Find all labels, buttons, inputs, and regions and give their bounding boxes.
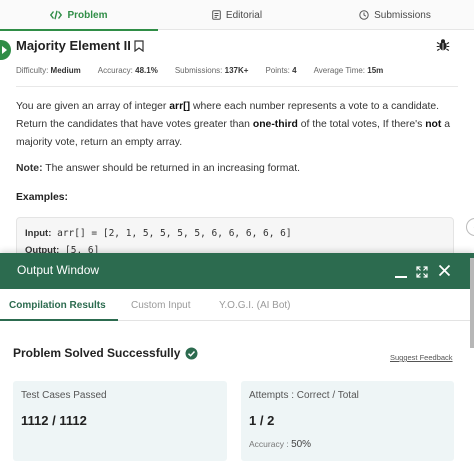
output-window-header: Output Window bbox=[0, 253, 474, 289]
tab-submissions[interactable]: Submissions bbox=[316, 0, 474, 30]
output-window-title: Output Window bbox=[17, 263, 100, 277]
panel-toggle-button[interactable] bbox=[0, 40, 11, 60]
problem-description: You are given an array of integer arr[] … bbox=[16, 101, 451, 148]
accuracy-value: 50% bbox=[291, 439, 312, 450]
clock-icon bbox=[359, 10, 369, 20]
bookmark-icon[interactable] bbox=[134, 39, 144, 52]
accuracy-label: Accuracy : bbox=[249, 439, 289, 449]
result-status: Problem Solved Successfully bbox=[13, 346, 198, 360]
tab-submissions-label: Submissions bbox=[374, 9, 431, 21]
test-cases-label: Test Cases Passed bbox=[21, 390, 107, 401]
active-output-tab-indicator bbox=[0, 319, 118, 321]
points: Points: 4 bbox=[265, 66, 297, 75]
tab-problem-label: Problem bbox=[67, 9, 108, 21]
active-tab-indicator bbox=[0, 29, 158, 31]
scroll-right-icon[interactable]: ‹ bbox=[466, 218, 474, 236]
difficulty: Difficulty: Medium bbox=[16, 66, 81, 75]
problem-title-text: Majority Element II bbox=[16, 38, 131, 53]
result-status-text: Problem Solved Successfully bbox=[13, 346, 181, 360]
submissions-count: Submissions: 137K+ bbox=[174, 66, 249, 75]
examples-heading: Examples: bbox=[16, 192, 68, 203]
accuracy: Accuracy: 48.1% bbox=[97, 66, 158, 75]
attempts-card: Attempts : Correct / Total 1 / 2 Accurac… bbox=[241, 381, 454, 461]
minimize-icon[interactable] bbox=[395, 276, 407, 278]
output-window: Output Window Compilation Results Custom… bbox=[0, 253, 474, 470]
divider bbox=[16, 86, 458, 87]
test-cases-value: 1112 / 1112 bbox=[21, 413, 87, 428]
scrollbar[interactable] bbox=[470, 258, 474, 348]
tab-custom-input[interactable]: Custom Input bbox=[131, 289, 190, 321]
tab-yogi-ai-bot[interactable]: Y.O.G.I. (AI Bot) bbox=[219, 289, 291, 321]
example-input: Input: arr[] = [2, 1, 5, 5, 5, 5, 6, 6, … bbox=[25, 228, 292, 239]
code-icon bbox=[50, 10, 63, 20]
attempts-value: 1 / 2 bbox=[249, 413, 275, 428]
tab-problem[interactable]: Problem bbox=[0, 0, 158, 31]
accuracy-row: Accuracy : 50% bbox=[249, 439, 311, 450]
test-cases-card: Test Cases Passed 1112 / 1112 bbox=[13, 381, 227, 461]
attempts-label: Attempts : Correct / Total bbox=[249, 390, 359, 401]
expand-icon[interactable] bbox=[416, 265, 428, 283]
document-icon bbox=[212, 10, 221, 20]
problem-note: Note: The answer should be returned in a… bbox=[16, 163, 300, 174]
report-bug-icon[interactable] bbox=[436, 38, 450, 57]
suggest-feedback-link[interactable]: Suggest Feedback bbox=[390, 353, 453, 362]
tab-compilation-results[interactable]: Compilation Results bbox=[9, 289, 106, 321]
output-tabs: Compilation Results Custom Input Y.O.G.I… bbox=[0, 289, 474, 321]
problem-title: Majority Element II bbox=[16, 38, 144, 53]
problem-tabs: Problem Editorial Submissions bbox=[0, 0, 474, 31]
close-icon[interactable] bbox=[438, 264, 451, 282]
tab-editorial[interactable]: Editorial bbox=[158, 0, 316, 30]
check-circle-icon bbox=[185, 347, 198, 360]
problem-meta: Difficulty: Medium Accuracy: 48.1% Submi… bbox=[16, 66, 400, 75]
tab-editorial-label: Editorial bbox=[225, 9, 263, 21]
average-time: Average Time: 15m bbox=[313, 66, 384, 75]
